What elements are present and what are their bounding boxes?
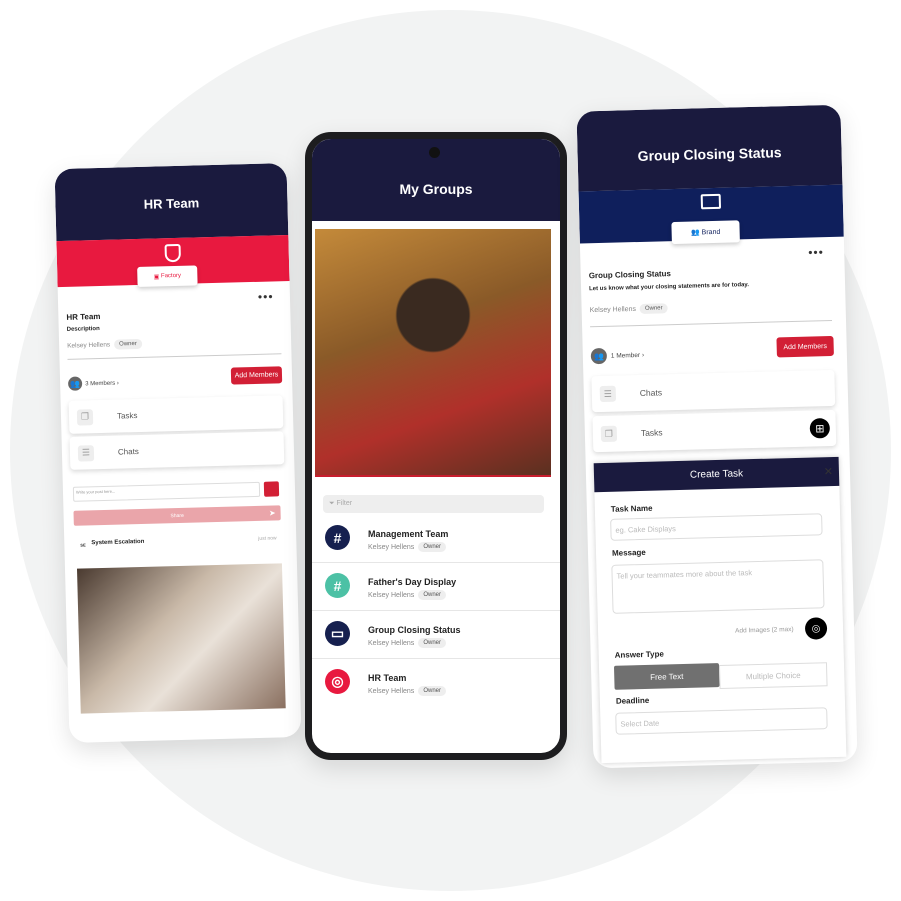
chats-card[interactable]: ☰ Chats — [69, 431, 285, 470]
page-title: Group Closing Status — [637, 144, 782, 164]
members-icon: 👥 — [590, 347, 608, 365]
header: HR Team — [54, 163, 289, 242]
owner-name: Kelsey Hellens — [67, 341, 111, 350]
owner-row: Kelsey Hellens Owner — [67, 338, 142, 351]
group-owner: Kelsey Hellens Owner — [368, 542, 446, 552]
close-icon[interactable]: ✕ — [824, 465, 834, 478]
camera-notch — [429, 147, 440, 158]
feed-photo — [76, 563, 286, 714]
description-label: Description — [66, 326, 100, 333]
divider — [590, 319, 833, 328]
tasks-card[interactable]: ❐ Tasks — [68, 395, 284, 434]
tasks-icon: ❐ — [76, 408, 94, 426]
chat-icon: ☰ — [77, 444, 95, 462]
group-name: Management Team — [368, 529, 449, 539]
folder-icon — [700, 193, 722, 210]
group-closing-phone: Group Closing Status 👥 Brand ••• Group C… — [576, 104, 858, 769]
add-members-button[interactable]: Add Members — [230, 366, 283, 385]
answer-type-label: Answer Type — [614, 649, 664, 660]
owner-name: Kelsey Hellens — [589, 305, 637, 315]
deadline-input[interactable]: Select Date — [615, 707, 828, 735]
post-input[interactable]: Write your post here... — [72, 481, 261, 502]
members-link[interactable]: 3 Members › — [85, 381, 119, 388]
group-list-item[interactable]: # Father's Day Display Kelsey Hellens Owner — [312, 563, 560, 611]
group-owner: Kelsey Hellens Owner — [368, 638, 446, 648]
group-name: Group Closing Status — [368, 625, 461, 635]
message-textarea[interactable]: Tell your teammates more about the task — [611, 559, 825, 614]
page-title: My Groups — [399, 181, 473, 197]
filter-input[interactable]: ⏷ Filter — [323, 495, 544, 513]
send-icon: ➤ — [268, 508, 276, 518]
tasks-icon: ❐ — [600, 425, 618, 443]
feed-author: System Escalation — [91, 538, 145, 547]
answer-free-text[interactable]: Free Text — [613, 663, 720, 690]
feed-avatar: SE — [80, 542, 86, 548]
people-icon: 👥 — [690, 229, 702, 237]
group-list-item[interactable]: ◎ HR Team Kelsey Hellens Owner — [312, 659, 560, 707]
owner-badge: Owner — [418, 638, 446, 648]
members-link[interactable]: 1 Member › — [611, 352, 644, 360]
attach-button[interactable] — [263, 481, 280, 497]
create-task-modal: Create Task ✕ Task Name eg. Cake Displays… — [593, 456, 847, 764]
owner-badge: Owner — [418, 590, 446, 600]
group-owner: Kelsey Hellens Owner — [368, 686, 446, 696]
share-button[interactable]: Share ➤ — [73, 505, 281, 526]
group-list-item[interactable]: # Management Team Kelsey Hellens Owner — [312, 515, 560, 563]
add-task-button[interactable]: ⊞ — [809, 418, 831, 439]
owner-badge: Owner — [418, 686, 446, 696]
group-name: HR Team — [368, 673, 407, 683]
add-members-button[interactable]: Add Members — [776, 335, 834, 358]
group-name: Group Closing Status — [588, 269, 672, 281]
modal-title: Create Task — [689, 468, 744, 481]
divider — [67, 353, 282, 360]
add-images-label: Add Images (2 max) — [735, 626, 794, 635]
owner-badge: Owner — [639, 303, 668, 314]
header: Group Closing Status — [576, 104, 843, 192]
group-owner: Kelsey Hellens Owner — [368, 590, 446, 600]
chats-card[interactable]: ☰ Chats — [591, 369, 836, 413]
modal-header: Create Task ✕ — [593, 456, 840, 493]
folder-icon: ▭ — [325, 621, 350, 646]
members-icon: 👥 — [67, 376, 83, 391]
feed-time: just now — [258, 535, 277, 542]
answer-multiple-choice[interactable]: Multiple Choice — [718, 662, 828, 690]
message-label: Message — [611, 547, 646, 558]
filter-icon: ⏷ — [329, 500, 337, 507]
group-name: HR Team — [66, 311, 101, 322]
camera-button[interactable]: ◎ — [804, 617, 828, 640]
hash-icon: # — [325, 573, 350, 598]
more-options-icon[interactable]: ••• — [258, 289, 274, 303]
shield-icon: ◎ — [325, 669, 350, 694]
my-groups-phone: My Groups ⏷ Filter # Management Team Kelse… — [305, 132, 567, 760]
owner-badge: Owner — [114, 338, 142, 350]
shield-icon — [164, 243, 181, 263]
task-name-label: Task Name — [610, 503, 653, 514]
header: My Groups — [312, 139, 560, 221]
tasks-card[interactable]: ❐ Tasks ⊞ — [592, 409, 837, 453]
tag-factory[interactable]: ▣ Factory — [137, 265, 198, 287]
group-list-item[interactable]: ▭ Group Closing Status Kelsey Hellens Owner — [312, 611, 560, 659]
task-name-input[interactable]: eg. Cake Displays — [610, 513, 823, 541]
group-description: Let us know what your closing statements… — [589, 282, 750, 293]
deadline-label: Deadline — [615, 695, 650, 706]
owner-row: Kelsey Hellens Owner — [590, 303, 668, 315]
chat-icon: ☰ — [599, 385, 617, 403]
hero-photo — [315, 229, 551, 477]
hash-icon: # — [325, 525, 350, 550]
group-name: Father's Day Display — [368, 577, 457, 587]
hr-team-phone: HR Team ▣ Factory ••• HR Team Descriptio… — [54, 163, 302, 743]
page-title: HR Team — [143, 195, 200, 212]
tag-brand[interactable]: 👥 Brand — [671, 220, 740, 245]
more-options-icon[interactable]: ••• — [808, 245, 824, 259]
owner-badge: Owner — [418, 542, 446, 552]
